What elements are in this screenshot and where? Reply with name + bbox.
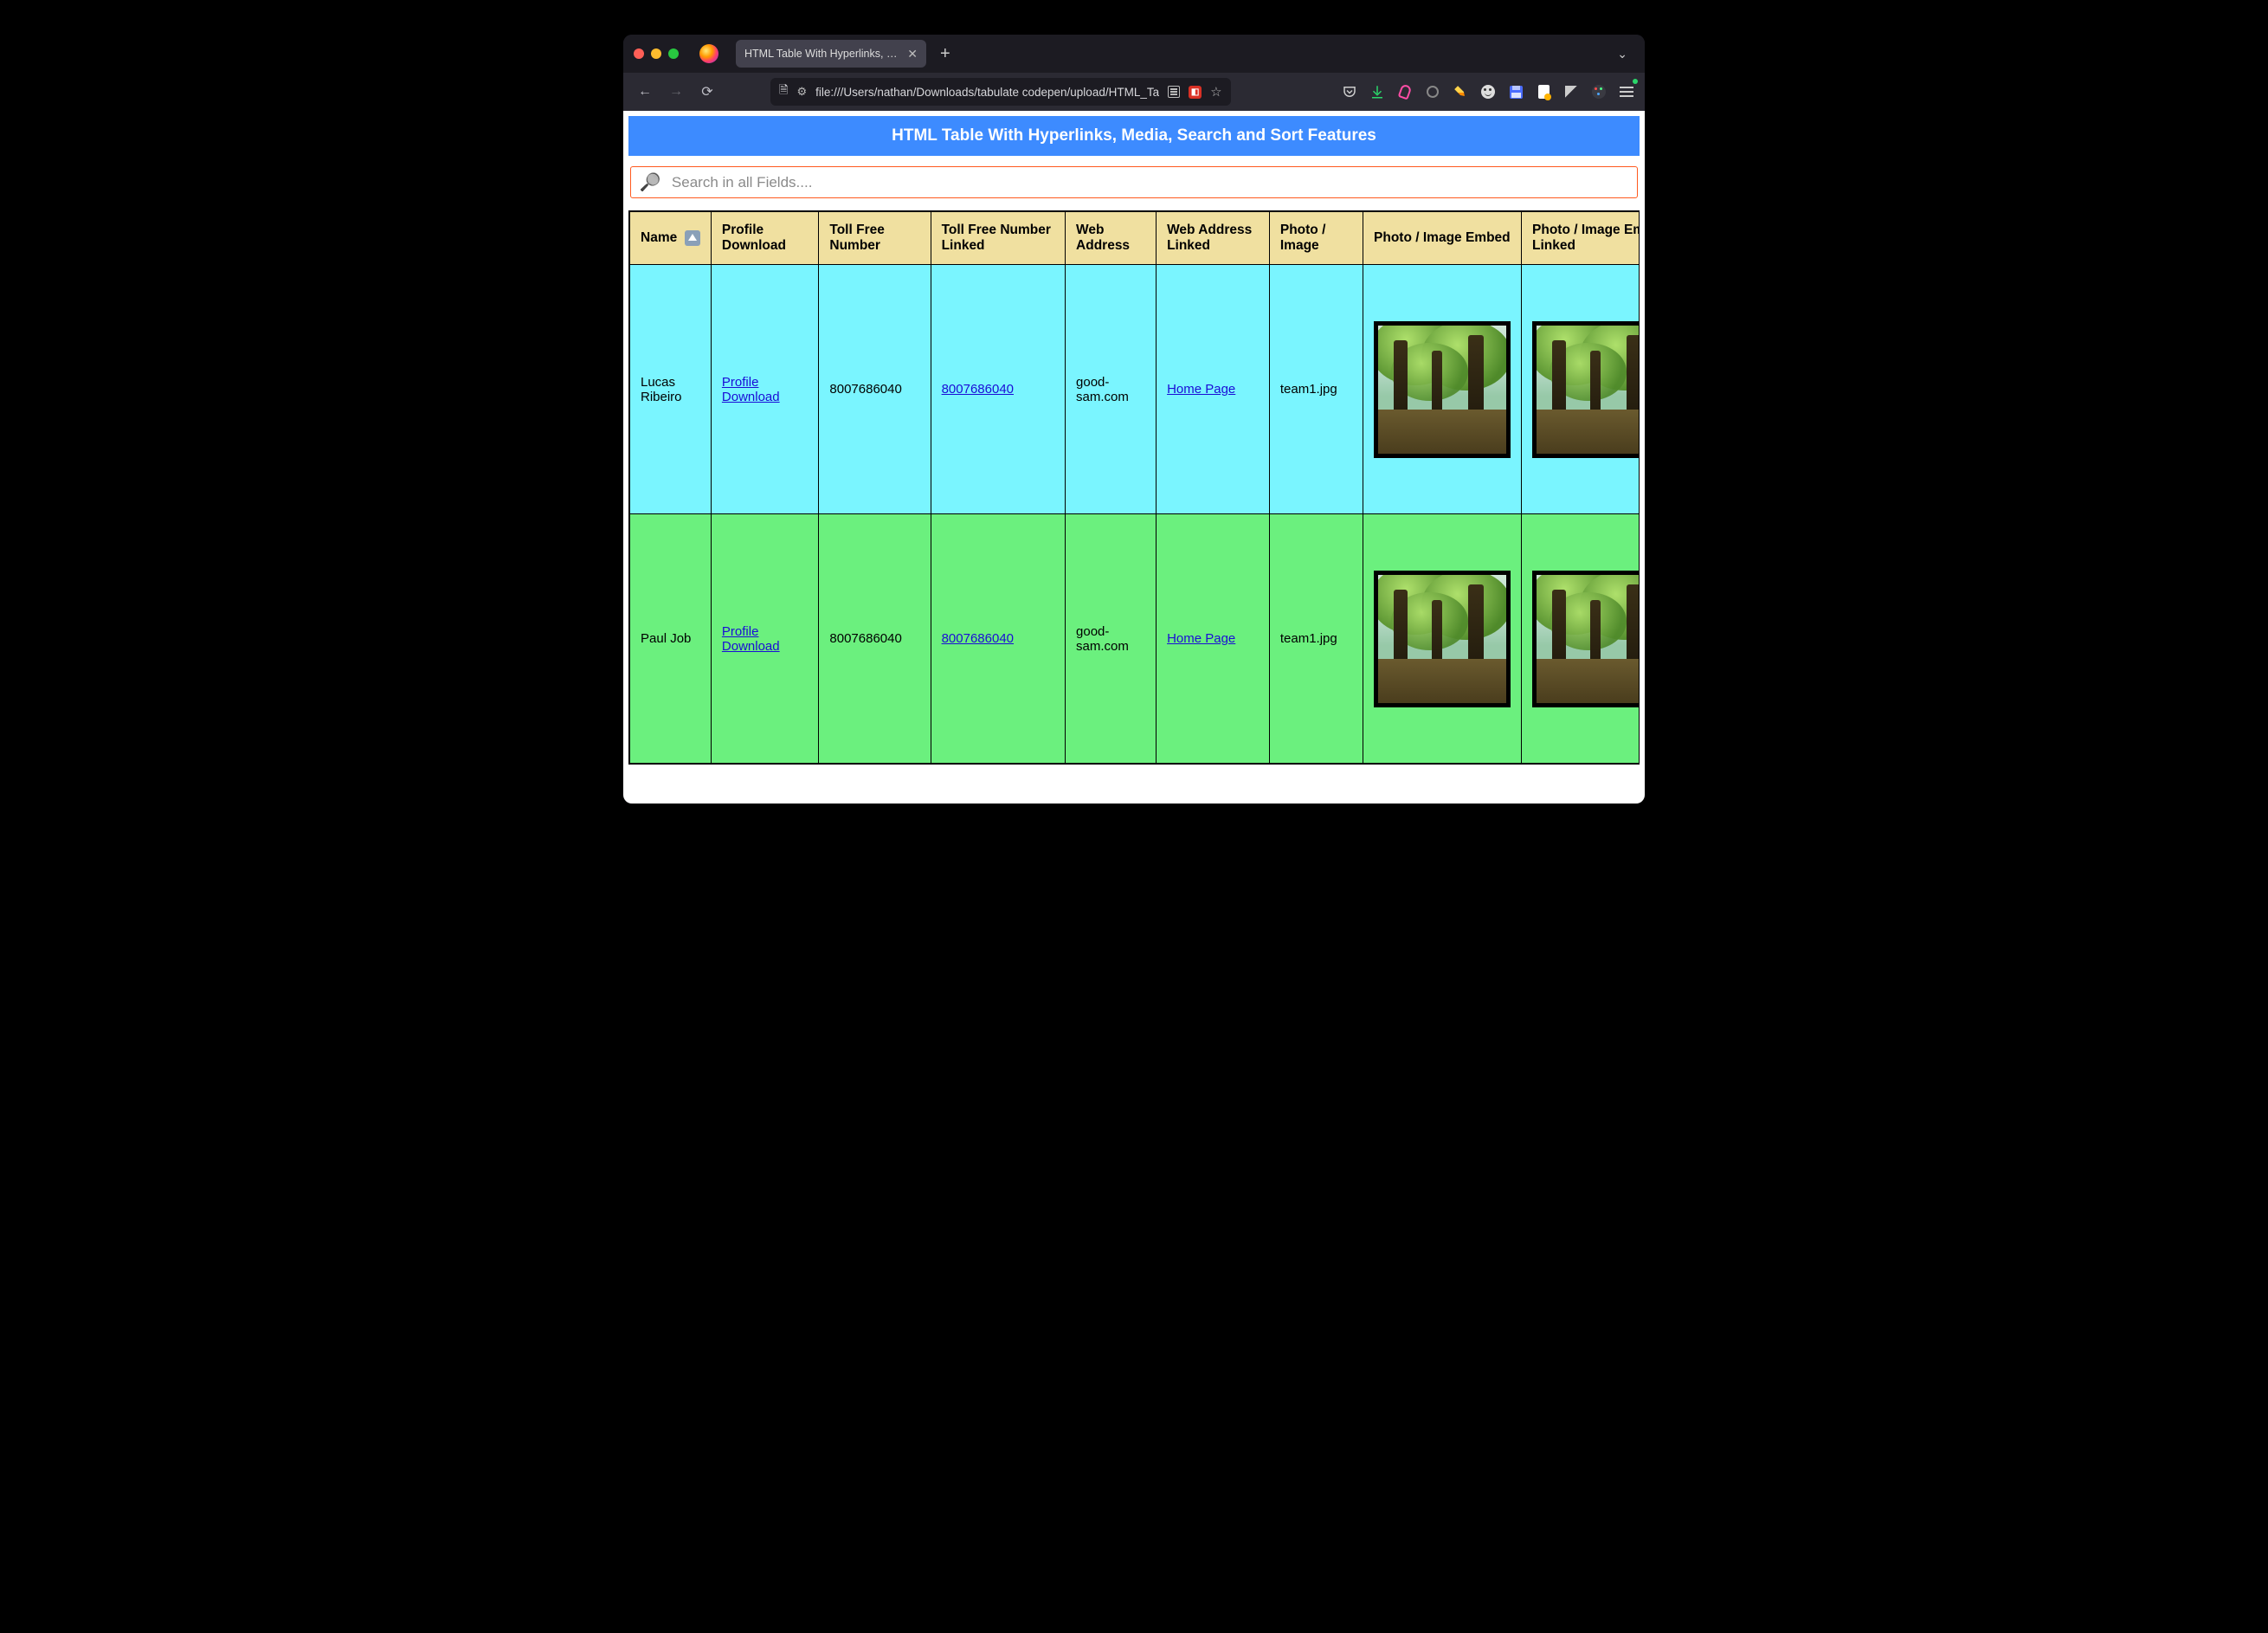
cell-photo-name: team1.jpg <box>1269 514 1363 764</box>
pencil-extension-icon[interactable] <box>1453 84 1468 100</box>
maximize-window-button[interactable] <box>668 48 679 59</box>
page-viewport[interactable]: HTML Table With Hyperlinks, Media, Searc… <box>623 111 1645 804</box>
photo-thumbnail <box>1374 571 1511 707</box>
cell-photo-embed-linked <box>1522 514 1640 764</box>
pocket-icon[interactable] <box>1342 84 1357 100</box>
col-web-address[interactable]: Web Address <box>1066 212 1157 265</box>
col-name[interactable]: Name <box>630 212 712 265</box>
col-web-address-linked[interactable]: Web Address Linked <box>1157 212 1270 265</box>
sort-asc-icon[interactable] <box>685 230 700 246</box>
reload-button[interactable]: ⟳ <box>696 81 718 103</box>
window-controls <box>634 48 679 59</box>
col-photo-embed[interactable]: Photo / Image Embed <box>1363 212 1522 265</box>
browser-window: HTML Table With Hyperlinks, Media, ✕ + ⌄… <box>623 35 1645 804</box>
wand-extension-icon[interactable] <box>1563 84 1579 100</box>
cell-name: Paul Job <box>630 514 712 764</box>
col-toll-free-linked[interactable]: Toll Free Number Linked <box>931 212 1065 265</box>
back-button[interactable]: ← <box>634 81 656 103</box>
cell-toll-free: 8007686040 <box>819 514 931 764</box>
clip-extension-icon[interactable] <box>1397 84 1413 100</box>
tab-title: HTML Table With Hyperlinks, Media, <box>744 48 900 60</box>
toll-free-link[interactable]: 8007686040 <box>942 382 1014 397</box>
close-window-button[interactable] <box>634 48 644 59</box>
close-tab-icon[interactable]: ✕ <box>907 48 918 60</box>
cell-web-address: good-sam.com <box>1066 265 1157 514</box>
col-photo[interactable]: Photo / Image <box>1269 212 1363 265</box>
forward-button[interactable]: → <box>665 81 687 103</box>
col-photo-embed-linked[interactable]: Photo / Image Embed and Linked <box>1522 212 1640 265</box>
table-scroll[interactable]: Name Profile Download Toll Free Number T… <box>628 210 1640 765</box>
list-tabs-button[interactable]: ⌄ <box>1610 47 1634 61</box>
browser-tab[interactable]: HTML Table With Hyperlinks, Media, ✕ <box>736 40 926 68</box>
search-container: 🔍 <box>630 166 1638 198</box>
url-bar[interactable]: 🗎 ⚙ file:///Users/nathan/Downloads/tabul… <box>770 78 1231 106</box>
table-row: Paul Job Profile Download 8007686040 800… <box>630 514 1640 764</box>
page-extension-icon[interactable] <box>1536 84 1551 100</box>
file-scheme-icon: 🗎 <box>779 82 788 101</box>
minimize-window-button[interactable] <box>651 48 661 59</box>
reader-mode-icon[interactable] <box>1168 86 1180 98</box>
ad-block-icon[interactable]: ◧ <box>1189 86 1202 99</box>
search-icon: 🔍 <box>640 171 661 193</box>
cell-toll-free: 8007686040 <box>819 265 931 514</box>
url-text: file:///Users/nathan/Downloads/tabulate … <box>815 86 1159 99</box>
circle-extension-icon[interactable] <box>1425 84 1440 100</box>
downloads-icon[interactable] <box>1369 84 1385 100</box>
col-profile-download[interactable]: Profile Download <box>711 212 818 265</box>
home-page-link[interactable]: Home Page <box>1167 631 1235 646</box>
table-row: Lucas Ribeiro Profile Download 800768604… <box>630 265 1640 514</box>
save-extension-icon[interactable] <box>1508 84 1524 100</box>
toolbar-extensions <box>1342 84 1634 100</box>
col-toll-free[interactable]: Toll Free Number <box>819 212 931 265</box>
cell-name: Lucas Ribeiro <box>630 265 712 514</box>
firefox-logo-icon <box>699 44 718 63</box>
palette-extension-icon[interactable] <box>1591 84 1607 100</box>
cell-photo-name: team1.jpg <box>1269 265 1363 514</box>
cell-photo-embed <box>1363 514 1522 764</box>
home-page-link[interactable]: Home Page <box>1167 382 1235 397</box>
cell-web-address: good-sam.com <box>1066 514 1157 764</box>
new-tab-button[interactable]: + <box>933 44 957 64</box>
photo-thumbnail-link[interactable] <box>1532 321 1640 458</box>
app-menu-button[interactable] <box>1619 84 1634 100</box>
table-header-row: Name Profile Download Toll Free Number T… <box>630 212 1640 265</box>
titlebar: HTML Table With Hyperlinks, Media, ✕ + ⌄ <box>623 35 1645 73</box>
page-title: HTML Table With Hyperlinks, Media, Searc… <box>628 116 1640 156</box>
bookmark-star-icon[interactable]: ☆ <box>1210 84 1221 100</box>
cell-photo-embed-linked <box>1522 265 1640 514</box>
search-input[interactable] <box>670 173 1628 192</box>
toll-free-link[interactable]: 8007686040 <box>942 631 1014 646</box>
profile-download-link[interactable]: Profile Download <box>722 624 780 654</box>
photo-thumbnail-link[interactable] <box>1532 571 1640 707</box>
cell-photo-embed <box>1363 265 1522 514</box>
photo-thumbnail <box>1374 321 1511 458</box>
face-extension-icon[interactable] <box>1480 84 1496 100</box>
permissions-icon[interactable]: ⚙ <box>796 85 807 99</box>
toolbar: ← → ⟳ 🗎 ⚙ file:///Users/nathan/Downloads… <box>623 73 1645 111</box>
profile-download-link[interactable]: Profile Download <box>722 375 780 404</box>
data-table: Name Profile Download Toll Free Number T… <box>629 211 1640 764</box>
